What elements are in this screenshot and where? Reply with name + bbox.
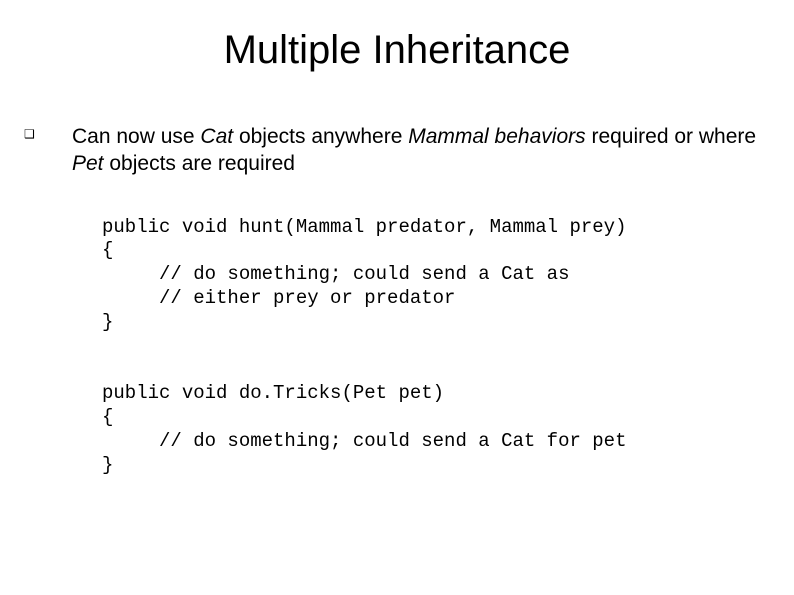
italic-pet: Pet: [72, 152, 104, 175]
code2-l1: public void do.Tricks(Pet pet): [102, 382, 444, 404]
bullet-text-4: objects are required: [104, 152, 295, 175]
italic-cat: Cat: [200, 125, 233, 148]
code2-l2: {: [102, 406, 113, 428]
code1-l5: }: [102, 311, 113, 333]
bullet-row: ❑ Can now use Cat objects anywhere Mamma…: [30, 123, 764, 178]
bullet-text: Can now use Cat objects anywhere Mammal …: [72, 123, 764, 178]
bullet-text-3: required or where: [586, 125, 756, 148]
bullet-text-2: objects anywhere: [233, 125, 408, 148]
code1-l4: // either prey or predator: [102, 287, 455, 309]
slide-container: Multiple Inheritance ❑ Can now use Cat o…: [0, 0, 794, 595]
page-title: Multiple Inheritance: [30, 28, 764, 73]
code2-l3: // do something; could send a Cat for pe…: [102, 430, 627, 452]
code1-l1: public void hunt(Mammal predator, Mammal…: [102, 216, 627, 238]
code1-l3: // do something; could send a Cat as: [102, 263, 569, 285]
code2-l4: }: [102, 454, 113, 476]
square-bullet-icon: ❑: [24, 127, 72, 141]
code-block-2: public void do.Tricks(Pet pet) { // do s…: [102, 382, 764, 477]
bullet-text-1: Can now use: [72, 125, 200, 148]
code-block-1: public void hunt(Mammal predator, Mammal…: [102, 216, 764, 335]
code1-l2: {: [102, 239, 113, 261]
italic-mammal: Mammal behaviors: [408, 125, 585, 148]
